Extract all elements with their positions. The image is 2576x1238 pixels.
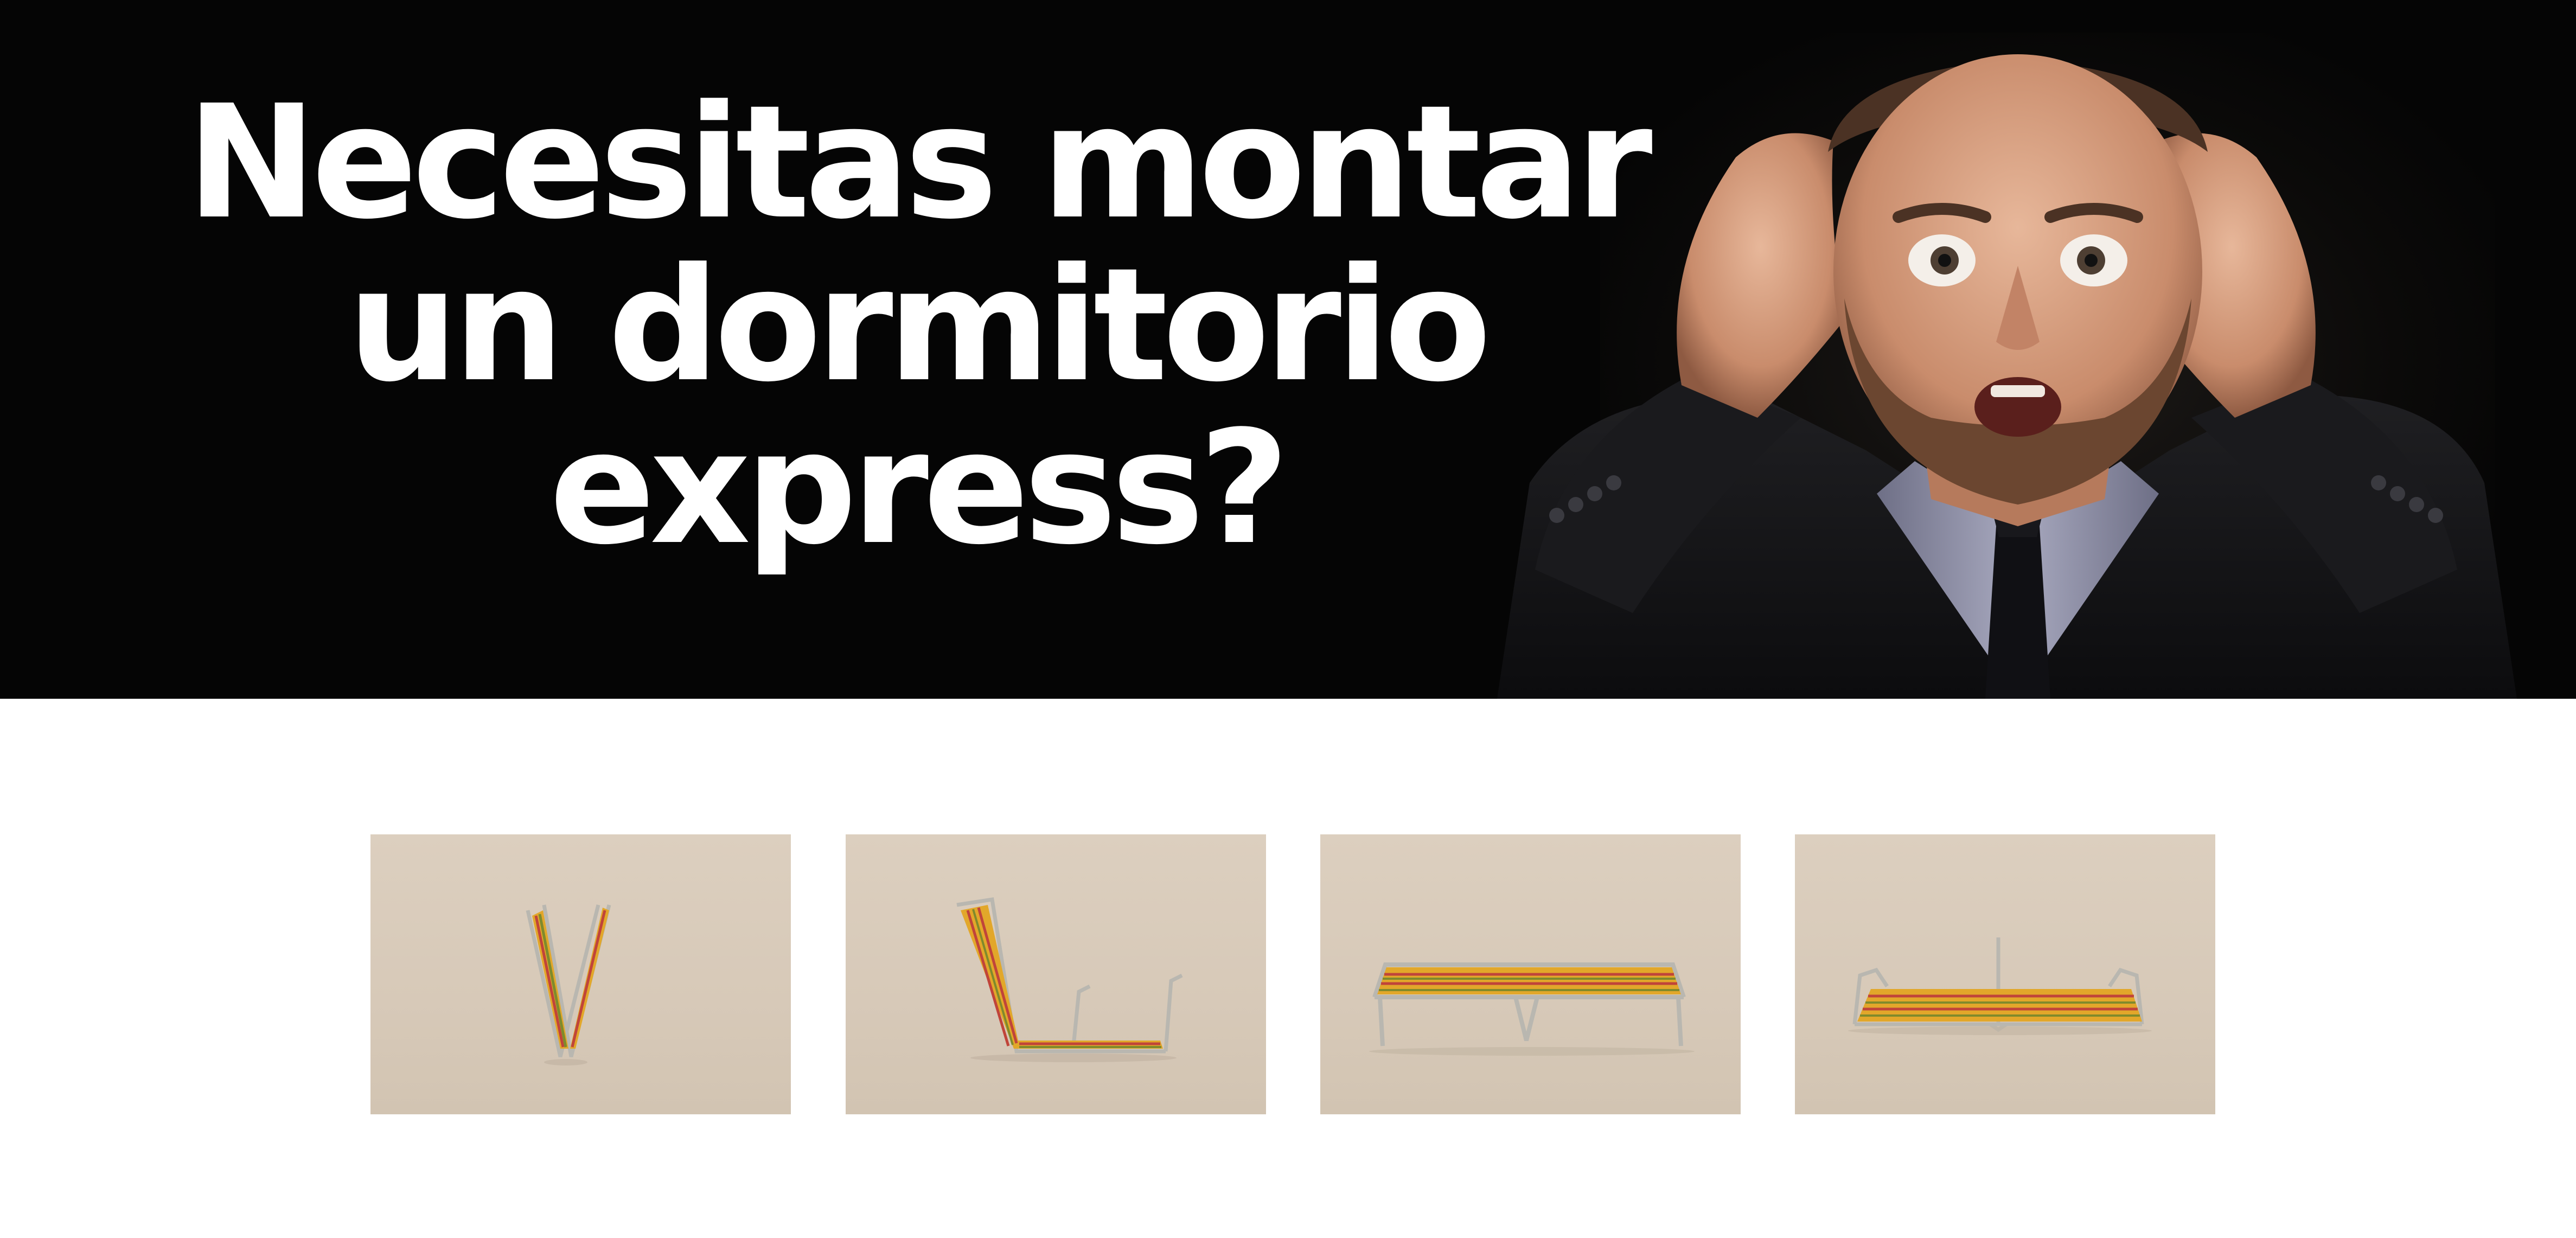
open-cot-front-icon [1848, 937, 2152, 1035]
folded-cot-icon [526, 904, 611, 1065]
product-gallery [0, 834, 2576, 1114]
open-cot-side-icon [1369, 962, 1695, 1056]
gallery-item-folded[interactable] [370, 834, 791, 1114]
hero-banner: Necesitas montar un dormitorio express? [0, 0, 2576, 699]
gallery-item-open-front[interactable] [1795, 834, 2215, 1114]
gallery-item-half-open[interactable] [846, 834, 1266, 1114]
gallery-item-open-side[interactable] [1320, 834, 1741, 1114]
surprised-man-photo [1497, 54, 2517, 699]
half-open-cot-icon [956, 897, 1183, 1062]
